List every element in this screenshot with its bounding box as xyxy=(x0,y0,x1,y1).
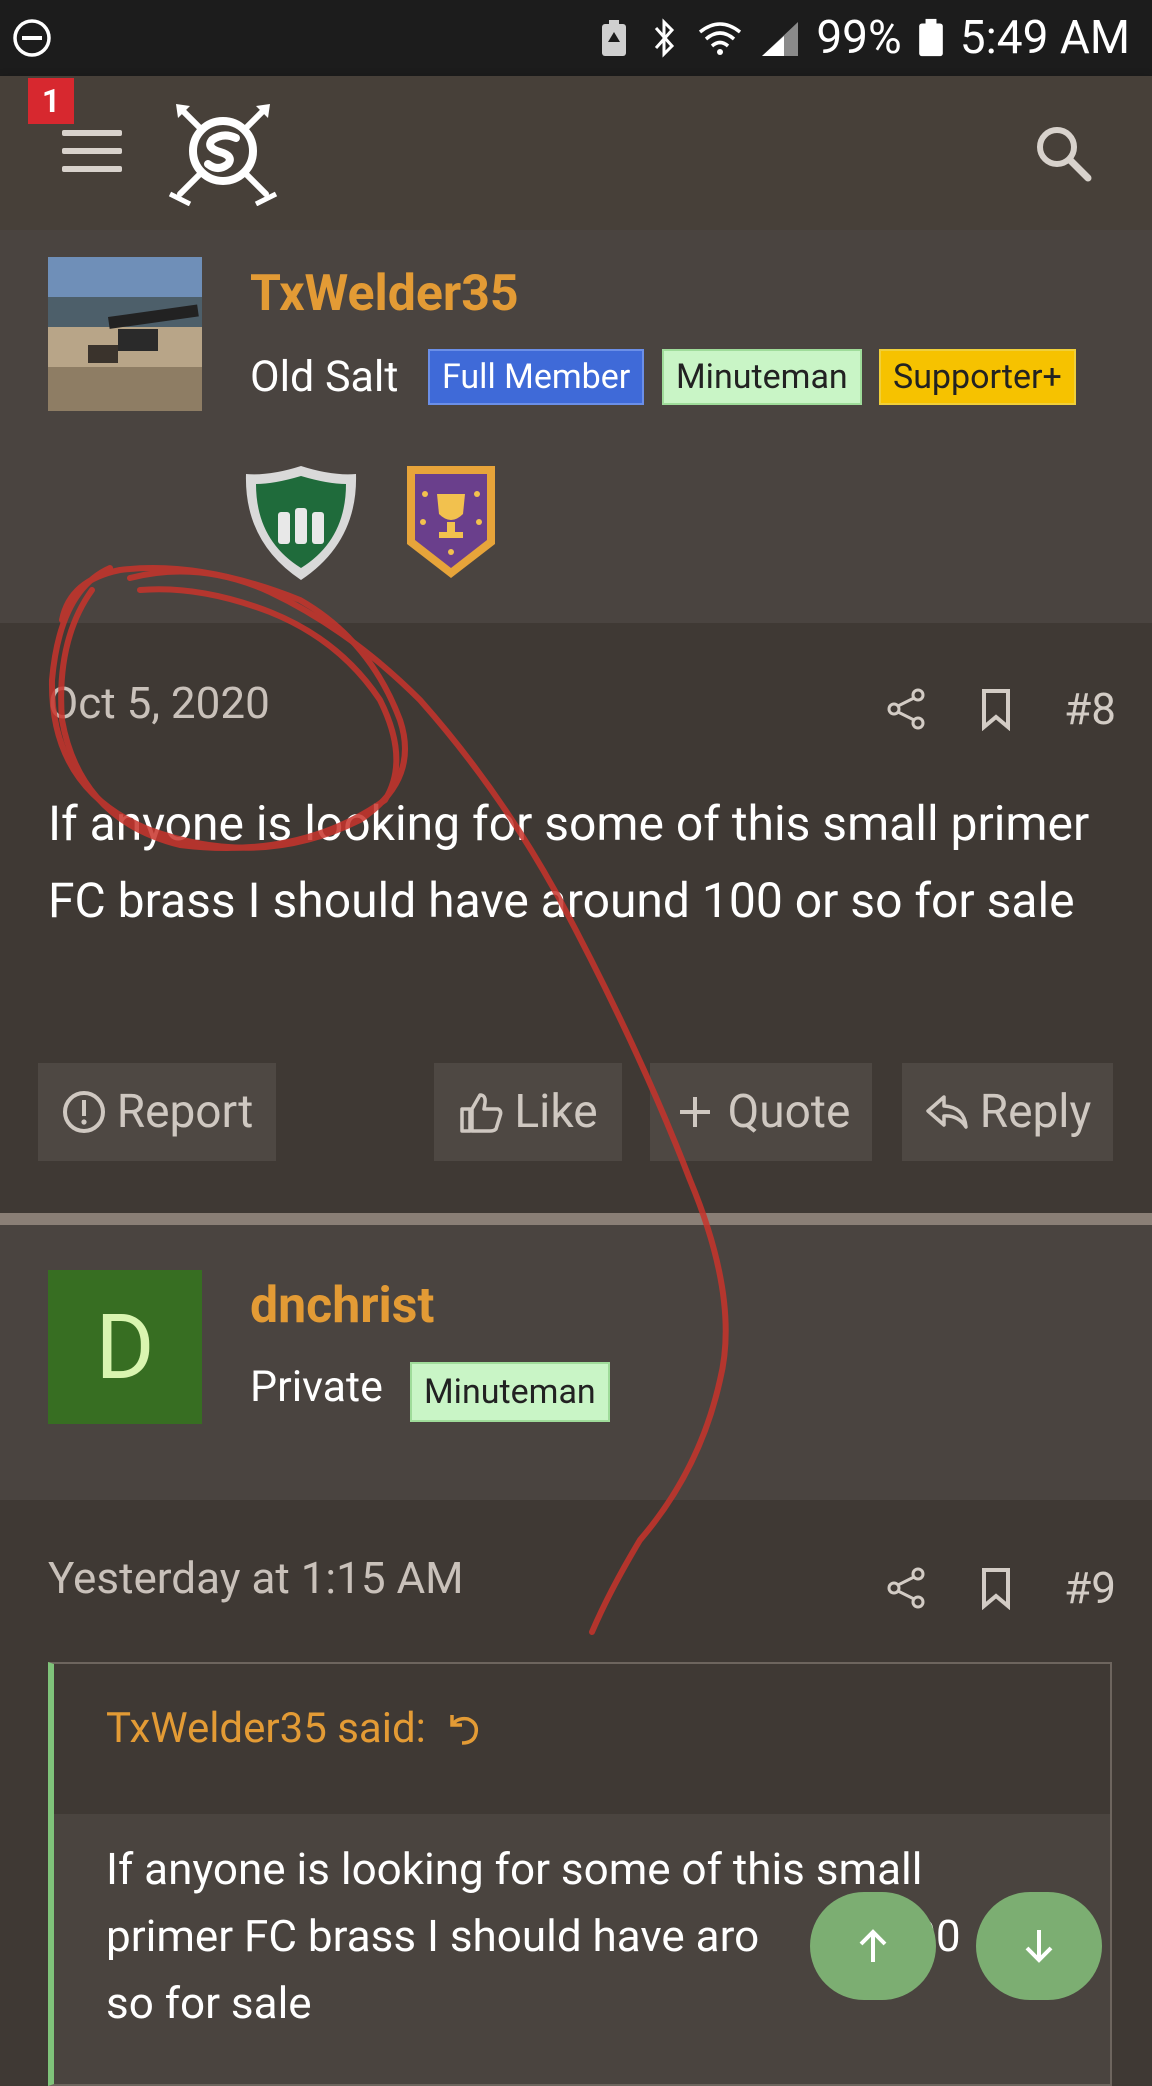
quote-line-part: primer FC brass I should have aro xyxy=(106,1910,760,1962)
bookmark-icon[interactable] xyxy=(974,687,1018,731)
banner-full-member: Full Member xyxy=(428,349,645,405)
battery-saver-icon xyxy=(602,20,627,56)
avatar[interactable]: D xyxy=(48,1270,202,1424)
battery-icon xyxy=(918,18,943,57)
menu-icon-bar xyxy=(62,166,122,172)
report-button[interactable]: Report xyxy=(38,1063,276,1161)
username[interactable]: dnchrist xyxy=(250,1277,434,1335)
reply-button[interactable]: Reply xyxy=(902,1063,1113,1161)
cell-signal-icon xyxy=(762,22,799,56)
quote-author: TxWelder35 said: xyxy=(106,1704,426,1753)
post-author-block: TxWelder35 Old Salt Full Member Minutema… xyxy=(0,230,1152,623)
arrow-up-icon xyxy=(859,1929,887,1962)
reply-icon xyxy=(925,1095,968,1129)
like-label: Like xyxy=(514,1085,598,1139)
status-bar: 99% 5:49 AM xyxy=(0,0,1152,76)
quote-header: TxWelder35 said: xyxy=(54,1664,1110,1814)
scroll-down-button[interactable] xyxy=(976,1892,1102,2000)
search-icon[interactable] xyxy=(1034,124,1092,182)
user-title: Private xyxy=(250,1362,383,1412)
post-date[interactable]: Oct 5, 2020 xyxy=(48,677,270,729)
bluetooth-icon xyxy=(655,18,675,58)
post-number[interactable]: #9 xyxy=(1064,1562,1116,1614)
scroll-up-button[interactable] xyxy=(810,1892,936,2000)
menu-icon xyxy=(62,130,122,136)
quote-line: If anyone is looking for some of this sm… xyxy=(106,1843,923,1895)
alert-icon xyxy=(62,1091,105,1133)
do-not-disturb-icon xyxy=(13,19,51,57)
quote-button[interactable]: Quote xyxy=(650,1063,872,1161)
site-logo[interactable] xyxy=(168,96,278,206)
top-navbar: 1 xyxy=(0,76,1152,230)
username[interactable]: TxWelder35 xyxy=(250,265,519,323)
menu-icon-bar xyxy=(62,148,122,154)
banner-supporter: Supporter+ xyxy=(879,349,1076,405)
notification-badge[interactable]: 1 xyxy=(28,78,74,124)
post-text: If anyone is looking for some of this sm… xyxy=(48,795,1090,929)
wifi-icon xyxy=(699,22,742,55)
quote-block: TxWelder35 said: If anyone is looking fo… xyxy=(48,1662,1112,2086)
post-number[interactable]: #8 xyxy=(1064,683,1116,735)
post-separator xyxy=(0,1213,1152,1225)
banner-minuteman: Minuteman xyxy=(410,1362,610,1422)
share-icon[interactable] xyxy=(884,1566,928,1610)
arrow-down-icon xyxy=(1025,1930,1053,1963)
post-author-block: D dnchrist Private Minuteman xyxy=(0,1225,1152,1500)
clock: 5:49 AM xyxy=(959,11,1130,65)
thumbs-up-icon xyxy=(460,1093,503,1133)
quote-author-link[interactable]: TxWelder35 said: xyxy=(106,1704,484,1753)
banner-minuteman: Minuteman xyxy=(662,349,862,405)
bookmark-icon[interactable] xyxy=(974,1566,1018,1610)
report-label: Report xyxy=(116,1085,254,1139)
ammo-trophy-icon[interactable] xyxy=(242,462,360,584)
battery-percent: 99% xyxy=(816,11,902,65)
plus-icon xyxy=(679,1097,710,1127)
post-8: Oct 5, 2020 #8 If anyone is looking for … xyxy=(0,623,1152,1213)
menu-button[interactable] xyxy=(62,130,122,176)
go-to-quote-icon xyxy=(450,1714,478,1745)
avatar[interactable] xyxy=(48,257,202,411)
post-date[interactable]: Yesterday at 1:15 AM xyxy=(48,1552,464,1604)
cup-trophy-icon[interactable] xyxy=(392,460,510,582)
user-title: Old Salt xyxy=(250,352,399,402)
like-button[interactable]: Like xyxy=(434,1063,622,1161)
quote-label: Quote xyxy=(727,1085,851,1139)
share-icon[interactable] xyxy=(884,687,928,731)
reply-label: Reply xyxy=(979,1085,1092,1139)
